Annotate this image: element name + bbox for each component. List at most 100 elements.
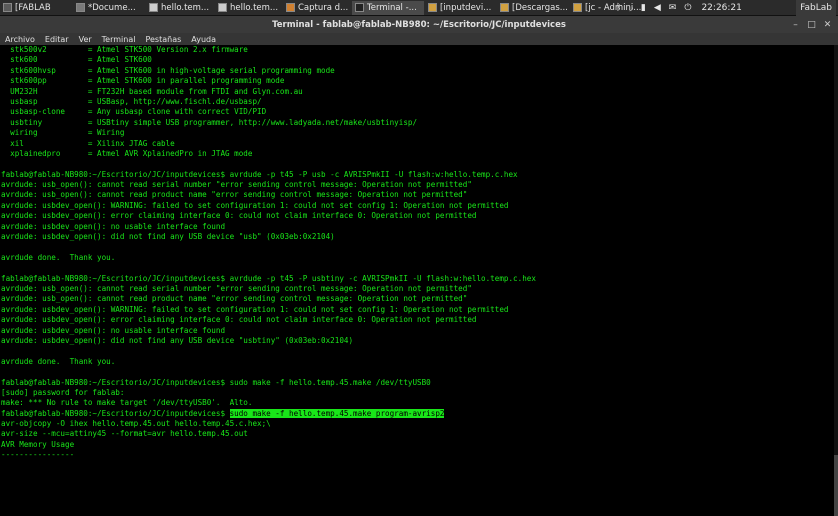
user-menu-label: FabLab [800,3,832,13]
power-icon[interactable]: ⏻ [684,3,691,13]
mail-icon[interactable]: ✉ [669,3,677,13]
taskbar-item[interactable]: hello.tem... [146,1,214,15]
terminal-line-text: avrdude: usbdev_open(): did not find any… [1,232,335,242]
window-titlebar[interactable]: Terminal - fablab@fablab-NB980: ~/Escrit… [0,16,838,33]
terminal-line: stk600pp = Atmel STK600 in parallel prog… [0,76,838,86]
terminal-line: make: *** No rule to make target '/dev/t… [0,398,838,408]
wifi-icon[interactable]: ◞ [629,3,633,13]
minimize-icon[interactable]: – [789,18,802,31]
terminal-line: avr-objcopy -O ihex hello.temp.45.out he… [0,419,838,429]
menu-item[interactable]: Pestañas [145,35,181,44]
user-menu[interactable]: FabLab [796,0,836,16]
terminal-line: stk600 = Atmel STK600 [0,55,838,65]
menu-bar: Archivo Editar Ver Terminal Pestañas Ayuda [0,33,838,45]
terminal-line-text: avrdude: usb_open(): cannot read product… [1,294,468,304]
terminal-line: usbtiny = USBtiny simple USB programmer,… [0,118,838,128]
terminal-line-text: stk500v2 = Atmel STK500 Version 2.x firm… [1,45,248,54]
terminal-line-text: avrdude: usbdev_open(): error claiming i… [1,211,477,221]
folder-icon [573,3,582,12]
terminal-line-text: UM232H = FT232H based module from FTDI a… [1,86,303,96]
taskbar-item-label: [FABLAB [15,2,51,13]
taskbar-item-label: *Docume... [88,2,136,13]
taskbar-item[interactable]: Captura d... [283,1,351,15]
terminal-line: avrdude: usbdev_open(): WARNING: failed … [0,305,838,315]
menu-item[interactable]: Archivo [5,35,35,44]
taskbar-item[interactable]: hello.tem... [215,1,282,15]
close-icon[interactable]: ✕ [821,18,834,31]
terminal-line-text: stk600pp = Atmel STK600 in parallel prog… [1,76,285,86]
image-icon [286,3,295,12]
taskbar: [FABLAB *Docume... hello.tem... hello.tem..… [0,0,838,16]
selected-command: sudo make -f hello.temp.45.make program-… [229,408,445,418]
clock[interactable]: 22:26:21 [701,3,741,13]
text-editor-icon [76,3,85,12]
terminal-line: avrdude done. Thank you. [0,253,838,263]
terminal-line: fablab@fablab-NB980:~/Escritorio/JC/inpu… [0,378,838,388]
terminal-line-text: fablab@fablab-NB980:~/Escritorio/JC/inpu… [1,169,518,179]
terminal-line: fablab@fablab-NB980:~/Escritorio/JC/inpu… [0,274,838,284]
terminal-line-text: xil = Xilinx JTAG cable [1,138,175,148]
terminal-line-text: usbtiny = USBtiny simple USB programmer,… [1,117,418,127]
folder-icon [500,3,509,12]
terminal-line-text: avrdude: usb_open(): cannot read product… [1,190,468,200]
terminal-line: avrdude: usbdev_open(): error claiming i… [0,211,838,221]
terminal-output[interactable]: stk500v2 = Atmel STK500 Version 2.x firm… [0,45,838,471]
terminal-line: avrdude: usb_open(): cannot read serial … [0,284,838,294]
terminal-line: AVR Memory Usage [0,440,838,450]
terminal-line: avrdude: usbdev_open(): WARNING: failed … [0,201,838,211]
terminal-line: avrdude: usbdev_open(): error claiming i… [0,315,838,325]
document-icon [218,3,227,12]
terminal-line-text: avrdude: usbdev_open(): WARNING: failed … [1,200,509,210]
terminal-scrollbar[interactable] [834,45,838,516]
menu-item[interactable]: Editar [45,35,69,44]
terminal-line-text: usbasp = USBasp, http://www.fischl.de/us… [1,96,262,106]
taskbar-item-label: hello.tem... [230,2,279,13]
terminal-line-text: avrdude: usbdev_open(): WARNING: failed … [1,304,509,314]
taskbar-item[interactable]: Terminal -... [352,0,424,15]
battery-icon[interactable]: ▮ [641,3,646,13]
terminal-line-text: stk600hvsp = Atmel STK600 in high-voltag… [1,65,335,75]
terminal-line-text: ---------------- [1,450,75,460]
terminal-icon [355,3,364,12]
terminal-line: [sudo] password for fablab: [0,388,838,398]
terminal-line-text: avrdude: usbdev_open(): error claiming i… [1,315,477,325]
taskbar-item[interactable]: [FABLAB [0,1,72,15]
terminal-line-text: fablab@fablab-NB980:~/Escritorio/JC/inpu… [1,273,536,283]
terminal-line: avrdude done. Thank you. [0,357,838,367]
bluetooth-icon[interactable]: ᛒ [616,3,621,13]
menu-item[interactable]: Ayuda [191,35,216,44]
menu-item[interactable]: Ver [79,35,92,44]
terminal-line: avrdude: usbdev_open(): no usable interf… [0,222,838,232]
taskbar-item[interactable]: *Docume... [73,1,145,15]
taskbar-item-label: Captura d... [298,2,349,13]
terminal-line-text: usbasp-clone = Any usbasp clone with cor… [1,107,267,117]
terminal-line: avrdude: usbdev_open(): did not find any… [0,336,838,346]
terminal-line: stk600hvsp = Atmel STK600 in high-voltag… [0,66,838,76]
taskbar-item-label: [Descargas... [512,2,568,13]
window-title: Terminal - fablab@fablab-NB980: ~/Escrit… [272,19,566,30]
maximize-icon[interactable]: □ [805,18,818,31]
terminal-line: fablab@fablab-NB980:~/Escritorio/JC/inpu… [0,408,838,419]
document-icon [149,3,158,12]
menu-item[interactable]: Terminal [102,35,136,44]
taskbar-item[interactable]: [Descargas... [497,1,569,15]
taskbar-item[interactable]: [inputdevi... [425,1,496,15]
terminal-line: avrdude: usb_open(): cannot read serial … [0,180,838,190]
folder-icon [428,3,437,12]
scrollbar-thumb[interactable] [834,455,838,516]
terminal-line-text: avrdude: usbdev_open(): no usable interf… [1,325,226,335]
terminal-line-text: avrdude: usb_open(): cannot read serial … [1,180,472,190]
terminal-line-text: avr-size --mcu=attiny45 --format=avr hel… [1,429,248,439]
terminal-line: fablab@fablab-NB980:~/Escritorio/JC/inpu… [0,170,838,180]
terminal-line-text: wiring = Wiring [1,128,125,138]
terminal-line-text: xplainedpro = Atmel AVR XplainedPro in J… [1,148,253,158]
terminal-line-text: avr-objcopy -O ihex hello.temp.45.out he… [1,419,271,429]
terminal-line-text: fablab@fablab-NB980:~/Escritorio/JC/inpu… [1,377,431,387]
terminal-line-text: make: *** No rule to make target '/dev/t… [1,398,253,408]
terminal-line: avrdude: usbdev_open(): did not find any… [0,232,838,242]
volume-icon[interactable]: ◀ [654,3,661,13]
terminal-line-text: fablab@fablab-NB980:~/Escritorio/JC/inpu… [1,408,230,418]
